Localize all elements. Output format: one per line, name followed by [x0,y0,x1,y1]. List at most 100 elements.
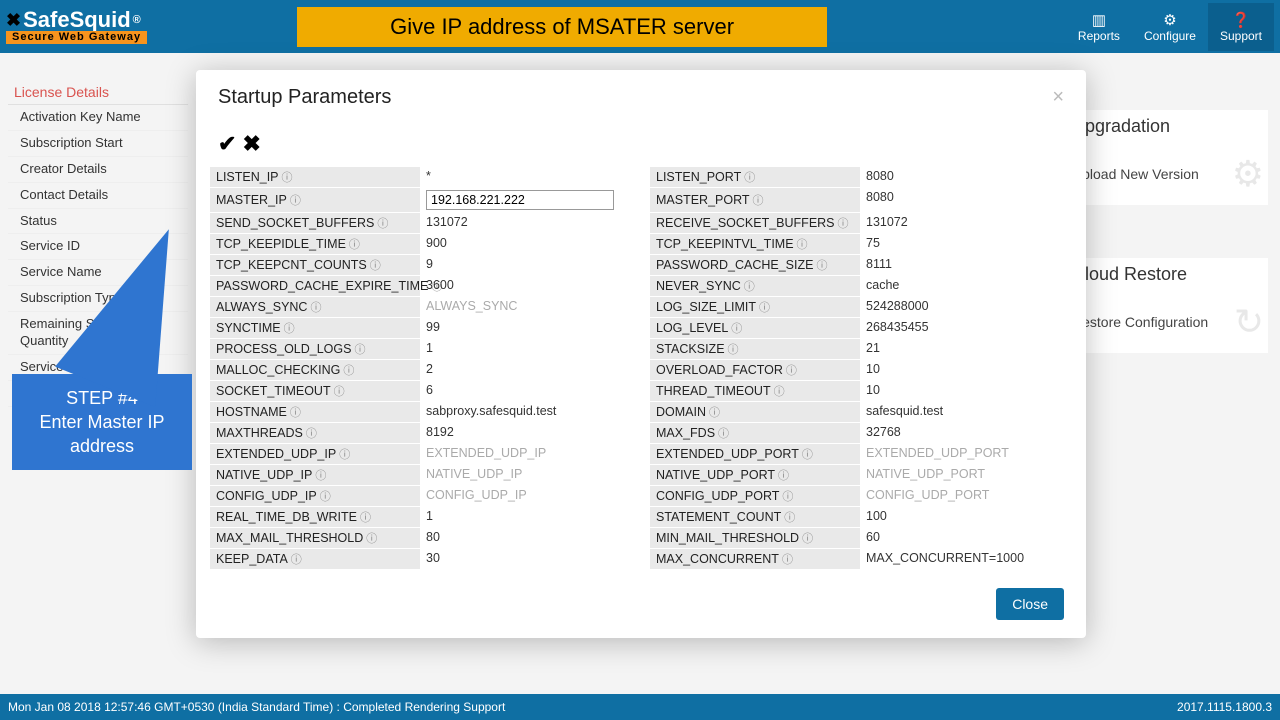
param-value-malloc_checking[interactable]: 2 [420,360,620,381]
modal-footer: Close [196,582,1086,626]
info-icon[interactable]: ⓘ [282,169,293,185]
param-label-listen_ip: LISTEN_IP ⓘ [210,167,420,188]
param-value-tcp_keepidle_time[interactable]: 900 [420,234,620,255]
chart-icon: ▥ [1092,11,1106,29]
close-icon[interactable]: × [1052,86,1064,109]
info-icon[interactable]: ⓘ [349,236,360,252]
param-value-always_sync[interactable]: ALWAYS_SYNC [420,297,620,318]
modal-header: Startup Parameters × [196,70,1086,119]
param-value-max_mail_threshold[interactable]: 80 [420,528,620,549]
info-icon[interactable]: ⓘ [354,341,365,357]
info-icon[interactable]: ⓘ [377,215,388,231]
param-value-extended_udp_port[interactable]: EXTENDED_UDP_PORT [860,444,1060,465]
info-icon[interactable]: ⓘ [360,509,371,525]
param-value-native_udp_ip[interactable]: NATIVE_UDP_IP [420,465,620,486]
info-icon[interactable]: ⓘ [782,488,793,504]
confirm-icon[interactable]: ✔ [218,131,236,157]
info-icon[interactable]: ⓘ [802,530,813,546]
param-value-log_size_limit[interactable]: 524288000 [860,297,1060,318]
info-icon[interactable]: ⓘ [816,257,827,273]
info-icon[interactable]: ⓘ [728,341,739,357]
param-value-tcp_keepcnt_counts[interactable]: 9 [420,255,620,276]
param-value-statement_count[interactable]: 100 [860,507,1060,528]
info-icon[interactable]: ⓘ [782,551,793,567]
info-icon[interactable]: ⓘ [731,320,742,336]
sidebar-item-0[interactable]: Activation Key Name [8,105,188,131]
info-icon[interactable]: ⓘ [339,446,350,462]
param-value-real_time_db_write[interactable]: 1 [420,507,620,528]
param-value-log_level[interactable]: 268435455 [860,318,1060,339]
param-value-listen_port[interactable]: 8080 [860,167,1060,188]
param-value-max_fds[interactable]: 32768 [860,423,1060,444]
close-button[interactable]: Close [996,588,1064,620]
param-value-extended_udp_ip[interactable]: EXTENDED_UDP_IP [420,444,620,465]
param-value-listen_ip[interactable]: * [420,167,620,188]
info-icon[interactable]: ⓘ [718,425,729,441]
cancel-icon[interactable]: ✖ [242,131,260,157]
param-label-synctime: SYNCTIME ⓘ [210,318,420,339]
param-value-hostname[interactable]: sabproxy.safesquid.test [420,402,620,423]
sidebar-item-2[interactable]: Creator Details [8,157,188,183]
info-icon[interactable]: ⓘ [343,362,354,378]
info-icon[interactable]: ⓘ [306,425,317,441]
status-text: Mon Jan 08 2018 12:57:46 GMT+0530 (India… [8,700,505,714]
logo-title: ✖ SafeSquid ® [6,9,147,31]
restore-configuration-link[interactable]: Restore Configuration ↻ [1068,291,1268,353]
info-icon[interactable]: ⓘ [320,488,331,504]
nav-support[interactable]: ❓ Support [1208,3,1274,51]
info-icon[interactable]: ⓘ [709,404,720,420]
param-value-thread_timeout[interactable]: 10 [860,381,1060,402]
param-value-overload_factor[interactable]: 10 [860,360,1060,381]
param-value-stacksize[interactable]: 21 [860,339,1060,360]
param-value-config_udp_port[interactable]: CONFIG_UDP_PORT [860,486,1060,507]
nav-reports[interactable]: ▥ Reports [1066,3,1132,51]
info-icon[interactable]: ⓘ [291,551,302,567]
info-icon[interactable]: ⓘ [802,446,813,462]
param-value-maxthreads[interactable]: 8192 [420,423,620,444]
param-value-socket_timeout[interactable]: 6 [420,381,620,402]
sidebar-item-1[interactable]: Subscription Start [8,131,188,157]
info-icon[interactable]: ⓘ [786,362,797,378]
info-icon[interactable]: ⓘ [290,192,301,208]
param-value-password_cache_expire_time[interactable]: 3600 [420,276,620,297]
info-icon[interactable]: ⓘ [310,299,321,315]
info-icon[interactable]: ⓘ [778,467,789,483]
wrench-icon: ✖ [6,11,21,29]
param-value-never_sync[interactable]: cache [860,276,1060,297]
nav-support-label: Support [1220,29,1262,43]
info-icon[interactable]: ⓘ [744,169,755,185]
param-value-tcp_keepintvl_time[interactable]: 75 [860,234,1060,255]
upload-new-version-link[interactable]: Upload New Version ⚙ [1068,143,1268,205]
param-value-password_cache_size[interactable]: 8111 [860,255,1060,276]
param-label-config_udp_ip: CONFIG_UDP_IP ⓘ [210,486,420,507]
param-value-min_mail_threshold[interactable]: 60 [860,528,1060,549]
info-icon[interactable]: ⓘ [759,299,770,315]
master-ip-input[interactable] [426,190,614,210]
param-value-keep_data[interactable]: 30 [420,549,620,570]
info-icon[interactable]: ⓘ [838,215,849,231]
info-icon[interactable]: ⓘ [366,530,377,546]
param-value-synctime[interactable]: 99 [420,318,620,339]
info-icon[interactable]: ⓘ [290,404,301,420]
info-icon[interactable]: ⓘ [284,320,295,336]
param-value-process_old_logs[interactable]: 1 [420,339,620,360]
param-label-process_old_logs: PROCESS_OLD_LOGS ⓘ [210,339,420,360]
info-icon[interactable]: ⓘ [784,509,795,525]
param-value-domain[interactable]: safesquid.test [860,402,1060,423]
param-value-master_ip[interactable] [420,188,620,213]
info-icon[interactable]: ⓘ [334,383,345,399]
param-value-native_udp_port[interactable]: NATIVE_UDP_PORT [860,465,1060,486]
sidebar-item-3[interactable]: Contact Details [8,183,188,209]
param-value-master_port[interactable]: 8080 [860,188,1060,213]
param-value-max_concurrent[interactable]: MAX_CONCURRENT=1000 [860,549,1060,570]
info-icon[interactable]: ⓘ [370,257,381,273]
info-icon[interactable]: ⓘ [753,192,764,208]
param-value-send_socket_buffers[interactable]: 131072 [420,213,620,234]
info-icon[interactable]: ⓘ [315,467,326,483]
info-icon[interactable]: ⓘ [797,236,808,252]
param-value-config_udp_ip[interactable]: CONFIG_UDP_IP [420,486,620,507]
info-icon[interactable]: ⓘ [774,383,785,399]
nav-configure[interactable]: ⚙ Configure [1132,3,1208,51]
param-value-receive_socket_buffers[interactable]: 131072 [860,213,1060,234]
info-icon[interactable]: ⓘ [744,278,755,294]
